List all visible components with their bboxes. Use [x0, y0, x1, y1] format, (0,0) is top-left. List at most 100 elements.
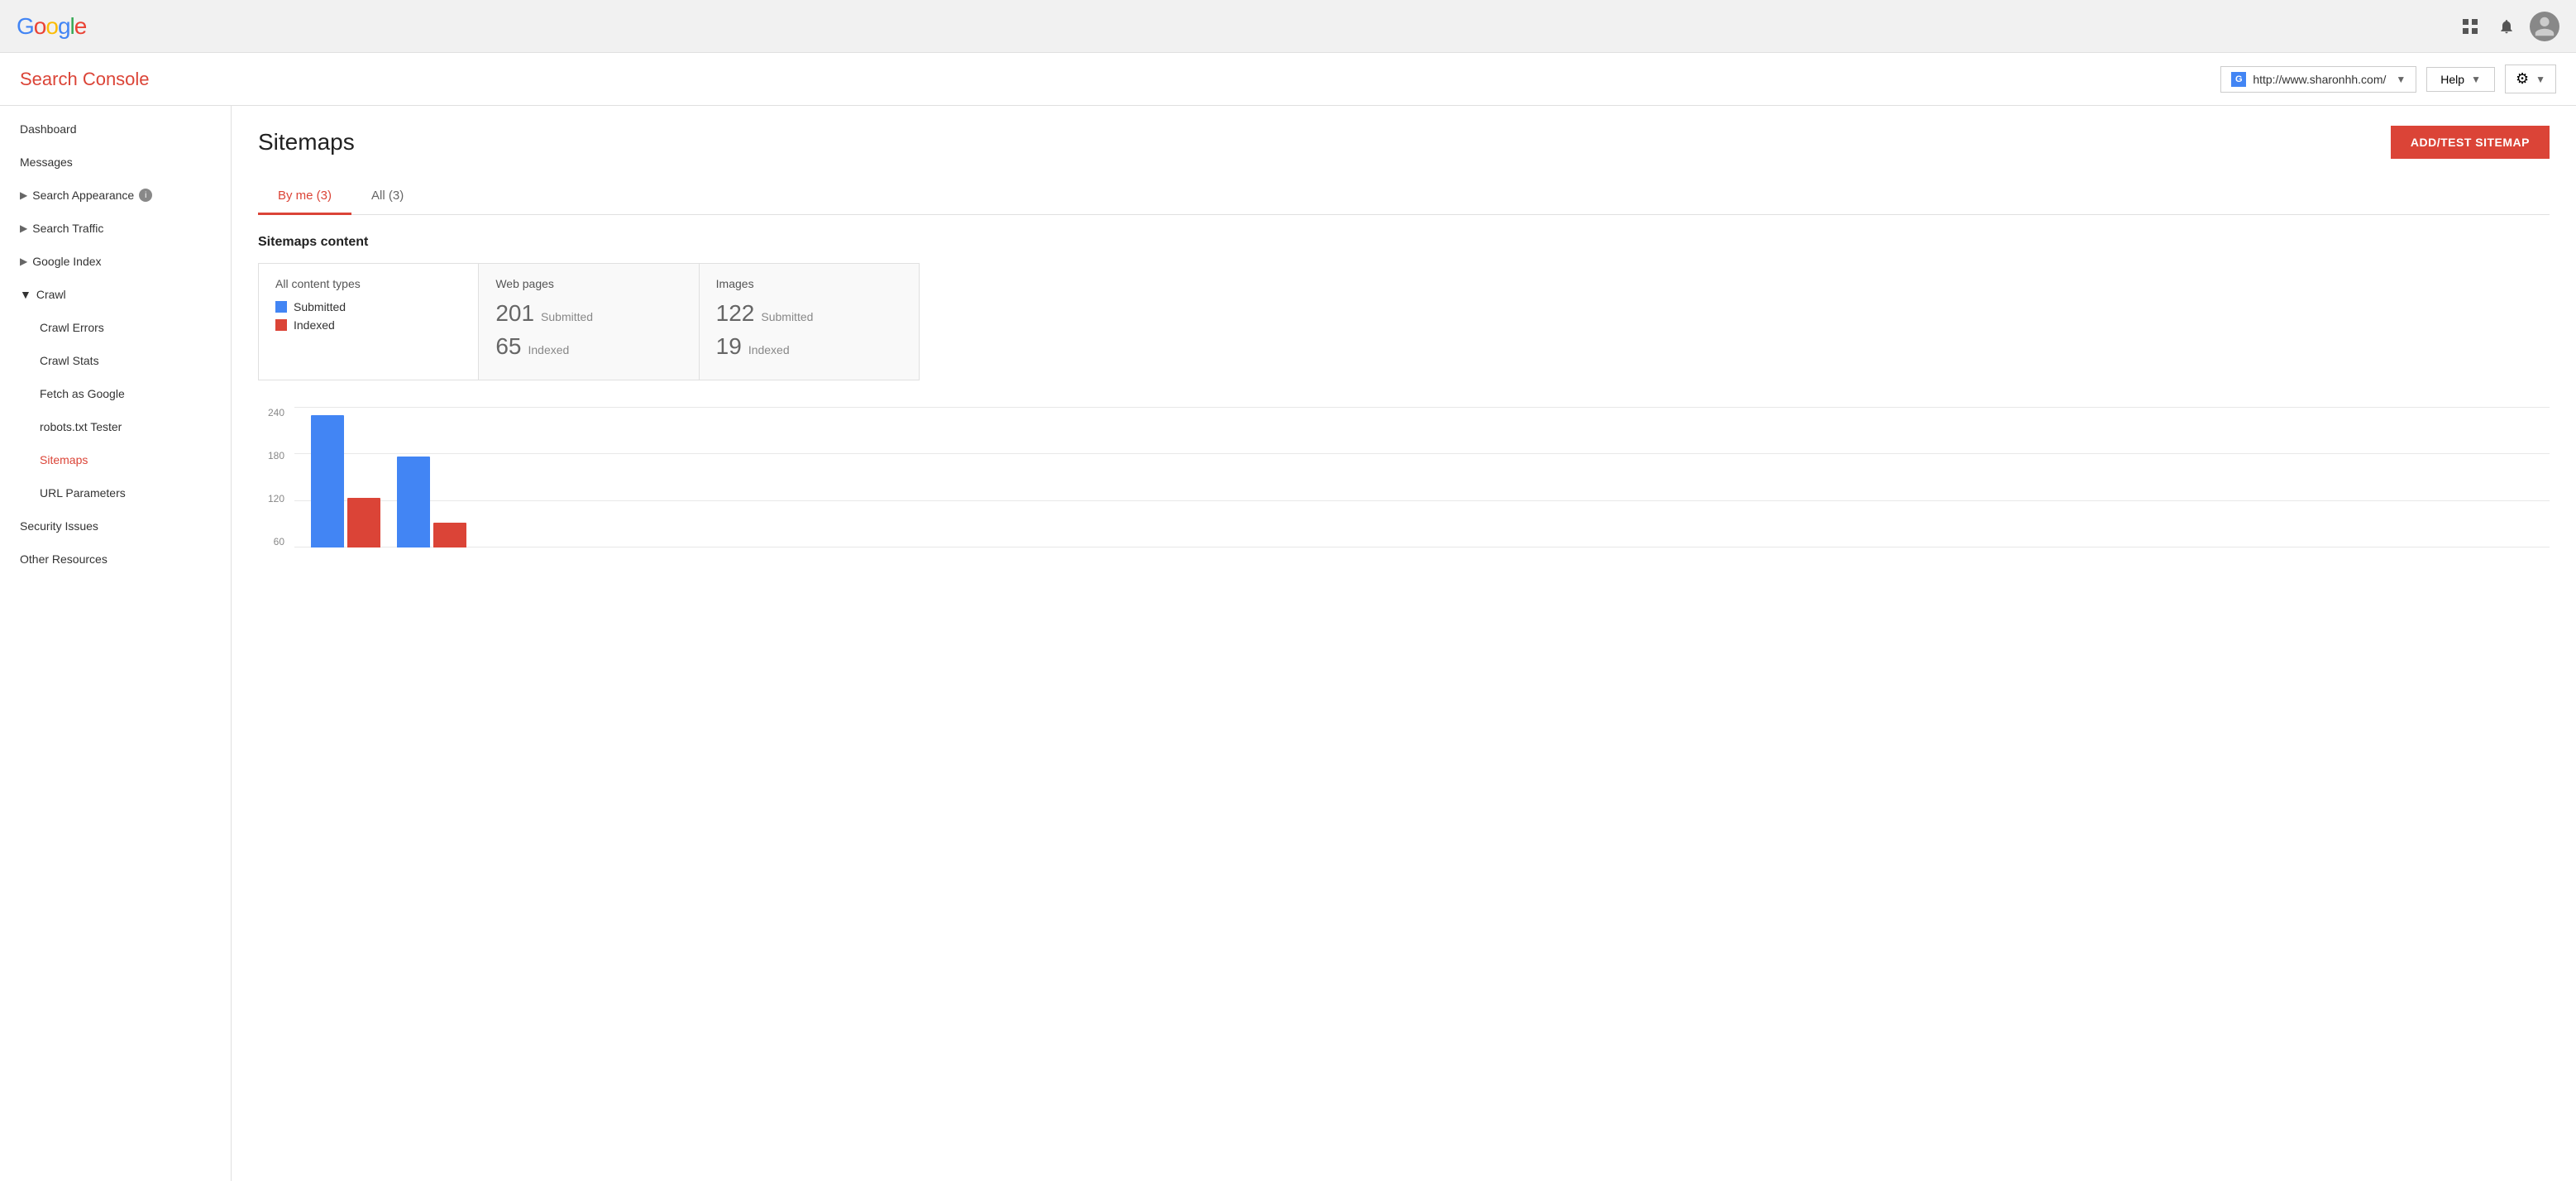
- legend-indexed: Indexed: [275, 318, 461, 332]
- sidebar-item-security-issues[interactable]: Security Issues: [0, 509, 231, 543]
- site-g-icon: G: [2231, 72, 2246, 87]
- bar-group-1: [311, 415, 380, 547]
- chart-bars: [294, 407, 2550, 547]
- sidebar-item-other-resources[interactable]: Other Resources: [0, 543, 231, 576]
- sidebar-label-url-parameters: URL Parameters: [40, 486, 126, 500]
- sidebar-item-fetch-as-google[interactable]: Fetch as Google: [0, 377, 231, 410]
- site-dropdown-arrow: ▼: [2396, 74, 2406, 85]
- chart-y-labels: 240 180 120 60: [258, 407, 291, 547]
- sidebar-label-fetch-as-google: Fetch as Google: [40, 387, 125, 400]
- sidebar-item-search-appearance[interactable]: ▶ Search Appearance i: [0, 179, 231, 212]
- logo-e: e: [74, 13, 87, 40]
- sidebar-label-dashboard: Dashboard: [20, 122, 77, 136]
- sidebar-label-crawl: Crawl: [36, 288, 66, 301]
- webpages-submitted-stat: 201 Submitted: [495, 300, 681, 327]
- sidebar-item-crawl-stats[interactable]: Crawl Stats: [0, 344, 231, 377]
- sidebar-item-crawl-errors[interactable]: Crawl Errors: [0, 311, 231, 344]
- legend-submitted-label: Submitted: [294, 300, 346, 313]
- section-title: Sitemaps content: [258, 235, 2550, 250]
- bell-button[interactable]: [2493, 13, 2520, 40]
- col-images-header: Images: [716, 277, 902, 290]
- site-selector[interactable]: G http://www.sharonhh.com/ ▼: [2220, 66, 2416, 93]
- sidebar-item-search-traffic[interactable]: ▶ Search Traffic: [0, 212, 231, 245]
- sidebar-label-search-appearance: Search Appearance: [32, 189, 134, 202]
- sidebar-item-robots[interactable]: robots.txt Tester: [0, 410, 231, 443]
- bar-red-1: [347, 498, 380, 547]
- chart-container: 240 180 120 60: [258, 407, 2550, 572]
- google-logo: Google: [17, 13, 86, 40]
- sidebar: Dashboard Messages ▶ Search Appearance i…: [0, 106, 232, 1181]
- sidebar-item-messages[interactable]: Messages: [0, 146, 231, 179]
- tab-all[interactable]: All (3): [351, 179, 423, 215]
- layout: Dashboard Messages ▶ Search Appearance i…: [0, 106, 2576, 1181]
- sidebar-item-google-index[interactable]: ▶ Google Index: [0, 245, 231, 278]
- top-bar-right: [2457, 12, 2559, 41]
- sidebar-label-messages: Messages: [20, 155, 73, 169]
- top-bar: Google: [0, 0, 2576, 53]
- sidebar-label-crawl-stats: Crawl Stats: [40, 354, 99, 367]
- search-console-title: Search Console: [20, 69, 150, 90]
- y-label-180: 180: [258, 450, 284, 461]
- bar-red-2: [433, 523, 466, 547]
- logo-o2: o: [45, 13, 58, 40]
- gear-button[interactable]: ⚙ ▼: [2505, 65, 2556, 93]
- sidebar-label-crawl-errors: Crawl Errors: [40, 321, 104, 334]
- images-indexed-label: Indexed: [748, 343, 790, 356]
- images-indexed-stat: 19 Indexed: [716, 333, 902, 360]
- chart-area: [294, 407, 2550, 572]
- sidebar-item-sitemaps[interactable]: Sitemaps: [0, 443, 231, 476]
- col-images: Images 122 Submitted 19 Indexed: [700, 264, 919, 380]
- logo-g: G: [17, 13, 34, 40]
- logo-g2: g: [58, 13, 70, 40]
- gear-icon: ⚙: [2516, 70, 2529, 88]
- gear-dropdown-arrow: ▼: [2535, 74, 2545, 85]
- help-dropdown-arrow: ▼: [2471, 74, 2481, 85]
- bar-blue-1: [311, 415, 344, 547]
- logo-o1: o: [34, 13, 46, 40]
- sub-header-right: G http://www.sharonhh.com/ ▼ Help ▼ ⚙ ▼: [2220, 65, 2556, 93]
- images-indexed-number: 19: [716, 333, 742, 360]
- crawl-arrow: ▼: [20, 288, 31, 301]
- sidebar-item-url-parameters[interactable]: URL Parameters: [0, 476, 231, 509]
- webpages-indexed-label: Indexed: [528, 343, 569, 356]
- sidebar-section-crawl[interactable]: ▼ Crawl: [0, 278, 231, 311]
- sidebar-label-other-resources: Other Resources: [20, 552, 108, 566]
- google-index-arrow: ▶: [20, 256, 27, 267]
- search-traffic-arrow: ▶: [20, 222, 27, 234]
- page-title: Sitemaps: [258, 129, 355, 155]
- sidebar-item-dashboard[interactable]: Dashboard: [0, 112, 231, 146]
- bar-blue-2: [397, 457, 430, 547]
- col-all-content: All content types Submitted Indexed: [259, 264, 479, 380]
- sidebar-label-robots: robots.txt Tester: [40, 420, 122, 433]
- legend-indexed-label: Indexed: [294, 318, 335, 332]
- sidebar-label-sitemaps: Sitemaps: [40, 453, 88, 466]
- webpages-indexed-number: 65: [495, 333, 521, 360]
- col-webpages-header: Web pages: [495, 277, 681, 290]
- bar-group-2: [397, 457, 466, 547]
- avatar[interactable]: [2530, 12, 2559, 41]
- grid-button[interactable]: [2457, 13, 2483, 40]
- y-label-120: 120: [258, 493, 284, 504]
- y-label-240: 240: [258, 407, 284, 418]
- page-header: Sitemaps ADD/TEST SITEMAP: [258, 126, 2550, 159]
- search-appearance-info-icon: i: [139, 189, 152, 202]
- webpages-submitted-label: Submitted: [541, 310, 593, 323]
- sidebar-label-google-index: Google Index: [32, 255, 101, 268]
- add-sitemap-button[interactable]: ADD/TEST SITEMAP: [2391, 126, 2550, 159]
- images-submitted-number: 122: [716, 300, 755, 327]
- content-types-grid: All content types Submitted Indexed Web …: [258, 263, 920, 380]
- images-submitted-label: Submitted: [761, 310, 813, 323]
- webpages-indexed-stat: 65 Indexed: [495, 333, 681, 360]
- y-label-60: 60: [258, 536, 284, 547]
- tabs: By me (3) All (3): [258, 179, 2550, 215]
- sidebar-label-security-issues: Security Issues: [20, 519, 98, 533]
- sub-header: Search Console G http://www.sharonhh.com…: [0, 53, 2576, 106]
- help-label: Help: [2440, 73, 2464, 86]
- tab-by-me[interactable]: By me (3): [258, 179, 351, 215]
- webpages-submitted-number: 201: [495, 300, 534, 327]
- main-content: Sitemaps ADD/TEST SITEMAP By me (3) All …: [232, 106, 2576, 1181]
- search-appearance-arrow: ▶: [20, 189, 27, 201]
- images-submitted-stat: 122 Submitted: [716, 300, 902, 327]
- col-web-pages: Web pages 201 Submitted 65 Indexed: [479, 264, 699, 380]
- help-button[interactable]: Help ▼: [2426, 67, 2495, 92]
